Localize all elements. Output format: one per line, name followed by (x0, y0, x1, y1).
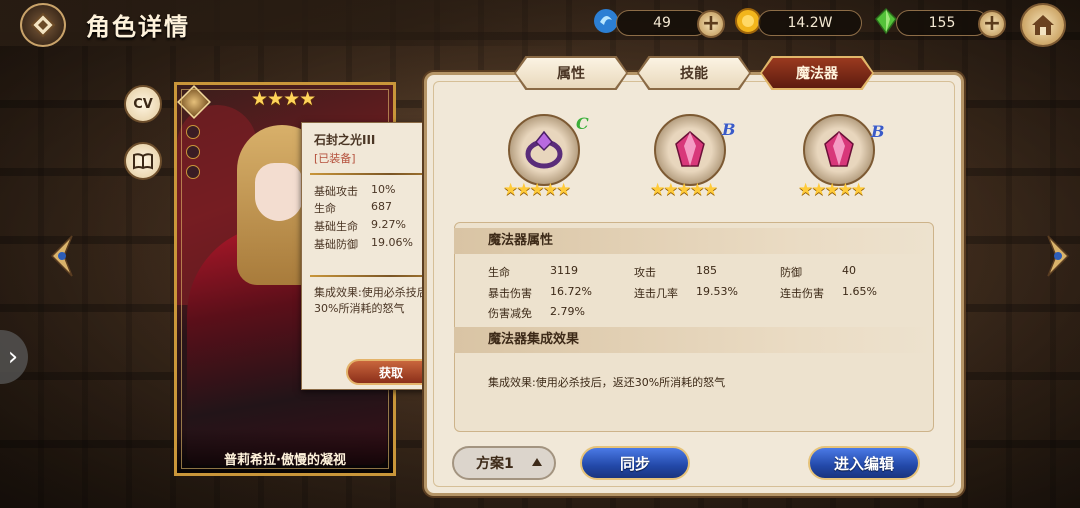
stat-value: 687 (371, 200, 392, 213)
artifact-stars: ★★★★★ (650, 180, 718, 200)
stat-value: 2.79% (550, 305, 585, 318)
stat-value: 16.72% (550, 285, 592, 298)
stat-key: 连击伤害 (780, 287, 824, 300)
plus-icon: + (982, 11, 1002, 36)
add-crystals-button[interactable]: + (978, 10, 1006, 38)
get-artifact-button[interactable]: 获取 (346, 359, 436, 385)
stat-value: 19.06% (371, 236, 413, 249)
tab-skills[interactable]: 技能 (639, 58, 749, 88)
caret-up-icon (532, 458, 542, 466)
artifact-grade-badge: B (722, 120, 736, 139)
tooltip-stat-row: 基础生命 9.27% (314, 218, 406, 234)
artifact-grade-badge: C (576, 114, 589, 133)
resource-gold: 14.2W (758, 10, 862, 36)
tab-artifacts[interactable]: 魔法器 (762, 58, 872, 88)
stat-key: 基础攻击 (314, 185, 358, 198)
story-book-button[interactable] (124, 142, 162, 180)
back-button[interactable] (20, 3, 66, 47)
tooltip-equipped-status: [已装备] (314, 152, 356, 165)
card-gem-slots (186, 125, 200, 179)
add-gems-button[interactable]: + (697, 10, 725, 38)
stat-value: 40 (842, 264, 856, 277)
resource-crystals: 155 (896, 10, 988, 36)
character-name: 普莉希拉·傲慢的凝视 (177, 429, 393, 473)
artifact-attributes-section: 魔法器属性 (454, 228, 934, 254)
plan-dropdown[interactable]: 方案1 (452, 446, 556, 480)
gem-slot-icon (186, 145, 200, 159)
pink-crystal-icon (675, 131, 705, 167)
artifact-slot[interactable] (803, 114, 875, 186)
stat-value: 9.27% (371, 218, 406, 231)
cv-label: CV (133, 96, 153, 112)
tooltip-stat-row: 基础防御 19.06% (314, 236, 413, 252)
diamond-back-icon (30, 12, 56, 38)
stat-key: 防御 (780, 266, 802, 279)
stat-key: 伤害减免 (488, 307, 532, 320)
stat-key: 生命 (488, 266, 510, 279)
stat-value: 19.53% (696, 285, 738, 298)
previous-character-arrow-icon[interactable] (48, 234, 74, 278)
house-icon (1032, 15, 1054, 35)
resource-gems: 49 (616, 10, 708, 36)
gem-slot-icon (186, 165, 200, 179)
stat-key: 生命 (314, 202, 336, 215)
next-character-arrow-icon[interactable] (1046, 234, 1072, 278)
artifact-stars: ★★★★★ (798, 180, 866, 200)
artifact-slot[interactable] (508, 114, 580, 186)
tooltip-stat-row: 基础攻击 10% (314, 183, 395, 199)
tab-attributes[interactable]: 属性 (516, 58, 626, 88)
artifact-stars: ★★★★★ (503, 180, 571, 200)
stat-key: 攻击 (634, 266, 656, 279)
stat-key: 暴击伤害 (488, 287, 532, 300)
plus-icon: + (701, 11, 721, 36)
stat-key: 基础防御 (314, 238, 358, 251)
cv-voice-button[interactable]: CV (124, 85, 162, 123)
stat-value: 3119 (550, 264, 578, 277)
sync-button[interactable]: 同步 (580, 446, 690, 480)
resource-crystals-value: 155 (928, 15, 956, 31)
tooltip-title: 石封之光III (314, 133, 376, 147)
stat-value: 10% (371, 183, 396, 196)
home-button[interactable] (1020, 3, 1066, 47)
plan-label: 方案1 (476, 456, 514, 472)
pink-crystal-icon (824, 131, 854, 167)
section-heading: 魔法器集成效果 (454, 327, 934, 353)
chevron-right-icon: › (7, 342, 19, 372)
stat-key: 基础生命 (314, 220, 358, 233)
stat-value: 1.65% (842, 285, 877, 298)
enter-edit-button[interactable]: 进入编辑 (808, 446, 920, 480)
resource-gems-value: 49 (653, 15, 671, 31)
tooltip-stat-row: 生命 687 (314, 200, 392, 216)
character-art-face (255, 163, 303, 221)
set-effect-text: 集成效果:使用必杀技后，返还30%所消耗的怒气 (488, 376, 726, 389)
character-stars: ★★★★ (251, 88, 316, 110)
artifact-slot[interactable] (654, 114, 726, 186)
section-heading: 魔法器属性 (454, 228, 934, 254)
stat-key: 连击几率 (634, 287, 678, 300)
set-effect-section: 魔法器集成效果 (454, 327, 934, 353)
gem-slot-icon (186, 125, 200, 139)
artifact-grade-badge: B (871, 122, 885, 141)
book-icon (133, 153, 153, 170)
purple-ring-icon (525, 130, 563, 169)
stat-value: 185 (696, 264, 717, 277)
resource-gold-value: 14.2W (787, 15, 833, 31)
page-title: 角色详情 (86, 13, 190, 41)
